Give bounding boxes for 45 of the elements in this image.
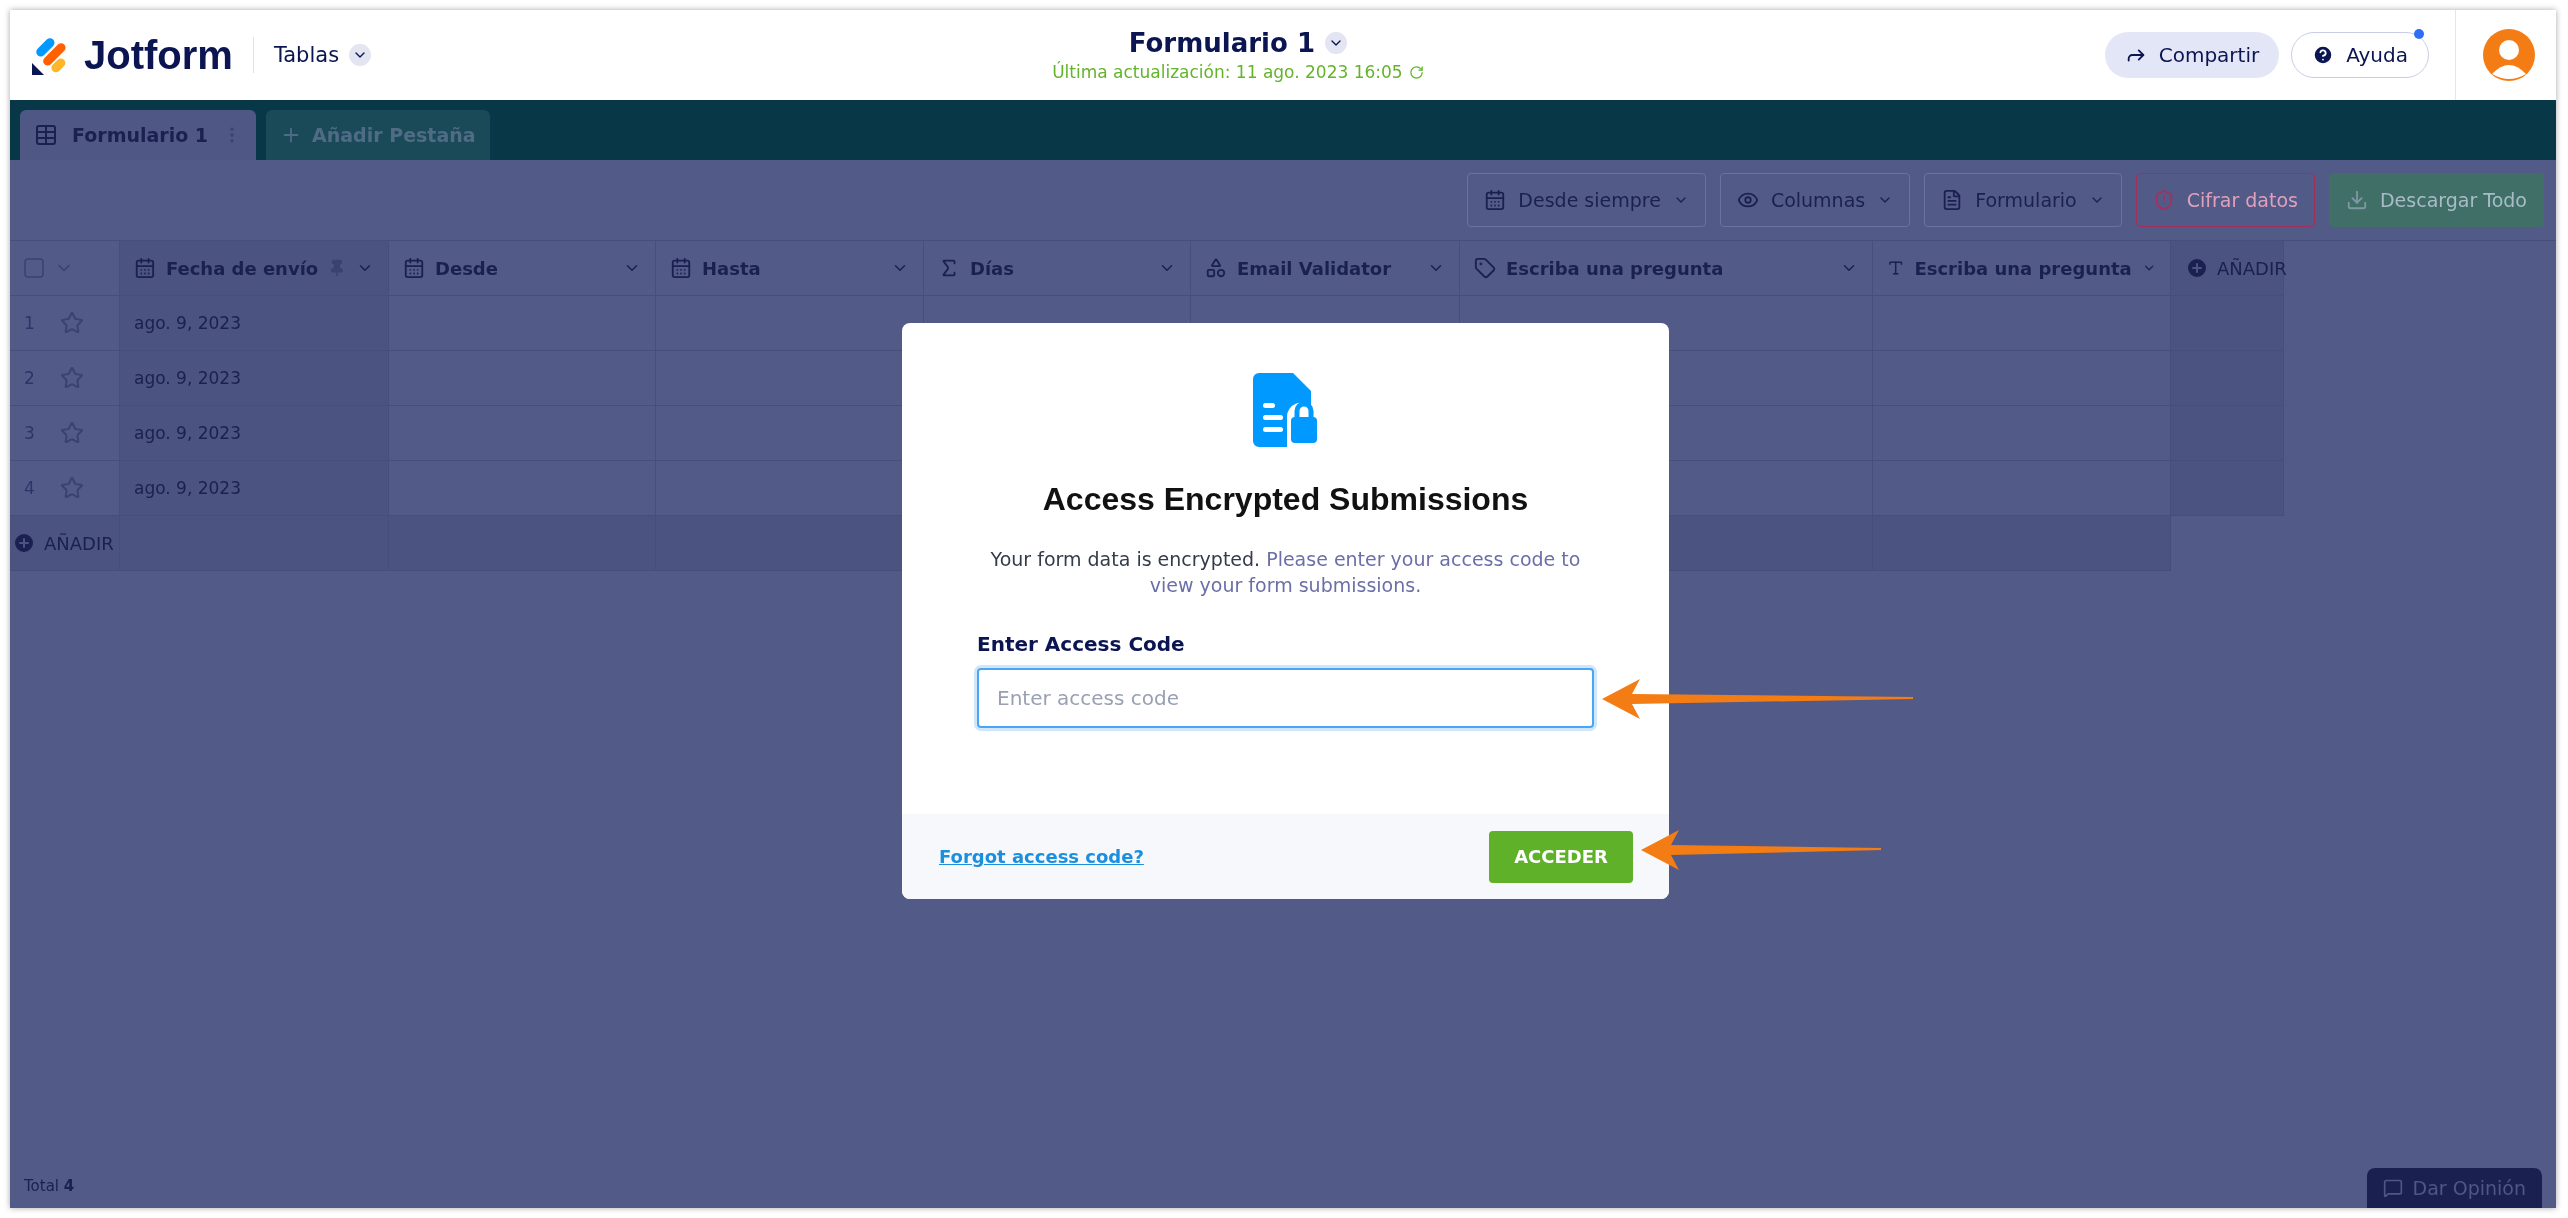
add-column-button[interactable]: AÑADIR xyxy=(2185,256,2287,280)
refresh-icon[interactable] xyxy=(1408,64,1424,80)
toolbar-button[interactable]: Descargar Todo xyxy=(2328,173,2544,227)
field-label: Enter Access Code xyxy=(977,632,1185,656)
access-code-field[interactable]: Enter access code xyxy=(977,668,1594,728)
app-menu[interactable]: Tablas xyxy=(273,43,372,67)
help-icon xyxy=(2312,44,2335,66)
brand-name: Jotform xyxy=(84,32,233,78)
table-icon xyxy=(34,123,58,147)
toolbar-button[interactable]: Columnas xyxy=(1719,173,1911,227)
column-header[interactable]: Email Validator xyxy=(1191,241,1460,296)
forgot-code-link[interactable]: Forgot access code? xyxy=(939,846,1144,867)
locked-document-icon xyxy=(1252,373,1319,447)
user-avatar[interactable] xyxy=(2482,28,2536,82)
checkbox[interactable] xyxy=(24,258,44,278)
calendar-icon xyxy=(1484,189,1507,211)
dialog-message: Your form data is encrypted. Please enter your access code to view your form submissions. xyxy=(989,547,1582,598)
plus-icon xyxy=(2185,256,2209,280)
column-header[interactable]: Hasta xyxy=(656,241,924,296)
form-title: Formulario 1 xyxy=(1128,28,1315,58)
column-header[interactable]: Escriba una pregunta xyxy=(1873,241,2171,296)
star-icon[interactable] xyxy=(60,421,84,445)
star-icon[interactable] xyxy=(60,311,84,335)
shapes-icon xyxy=(1205,257,1227,279)
dialog-title: Access Encrypted Submissions xyxy=(1042,481,1529,518)
last-updated: Última actualización: 11 ago. 2023 16:05 xyxy=(1052,62,1403,82)
calendar-icon xyxy=(403,257,425,279)
toolbar-button[interactable]: Formulario xyxy=(1924,173,2122,227)
calendar-icon xyxy=(134,257,156,279)
total-count: Total 4 xyxy=(24,1177,75,1195)
star-icon[interactable] xyxy=(60,366,84,390)
share-button[interactable]: Compartir xyxy=(2104,32,2280,78)
column-header[interactable]: Escriba una pregunta xyxy=(1460,241,1873,296)
calendar-icon xyxy=(670,257,692,279)
help-button[interactable]: Ayuda xyxy=(2291,32,2429,78)
toolbar-button[interactable]: Cifrar datos xyxy=(2135,173,2315,227)
feedback-icon xyxy=(2382,1178,2403,1198)
download-icon xyxy=(2345,189,2368,211)
submit-button[interactable]: ACCEDER xyxy=(1489,830,1633,883)
column-header[interactable]: Días xyxy=(924,241,1191,296)
tag-icon xyxy=(1474,257,1496,279)
toolbar-button[interactable]: Desde siempre xyxy=(1467,173,1706,227)
caret-icon[interactable] xyxy=(1325,32,1347,54)
column-header[interactable]: Desde xyxy=(389,241,656,296)
star-icon[interactable] xyxy=(60,476,84,500)
